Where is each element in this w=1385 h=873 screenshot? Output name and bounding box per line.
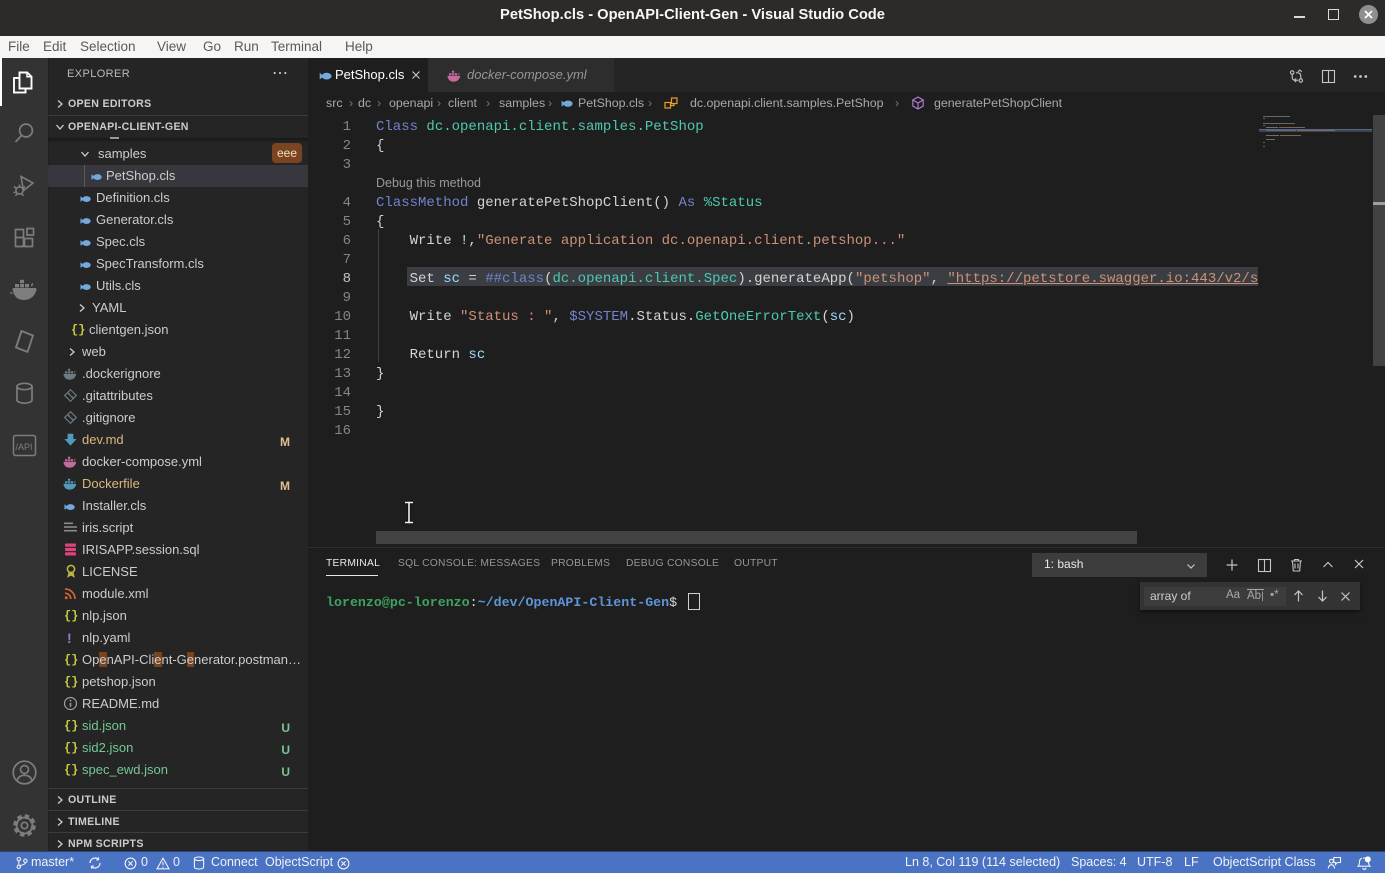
svg-text:/API: /API bbox=[16, 442, 33, 452]
